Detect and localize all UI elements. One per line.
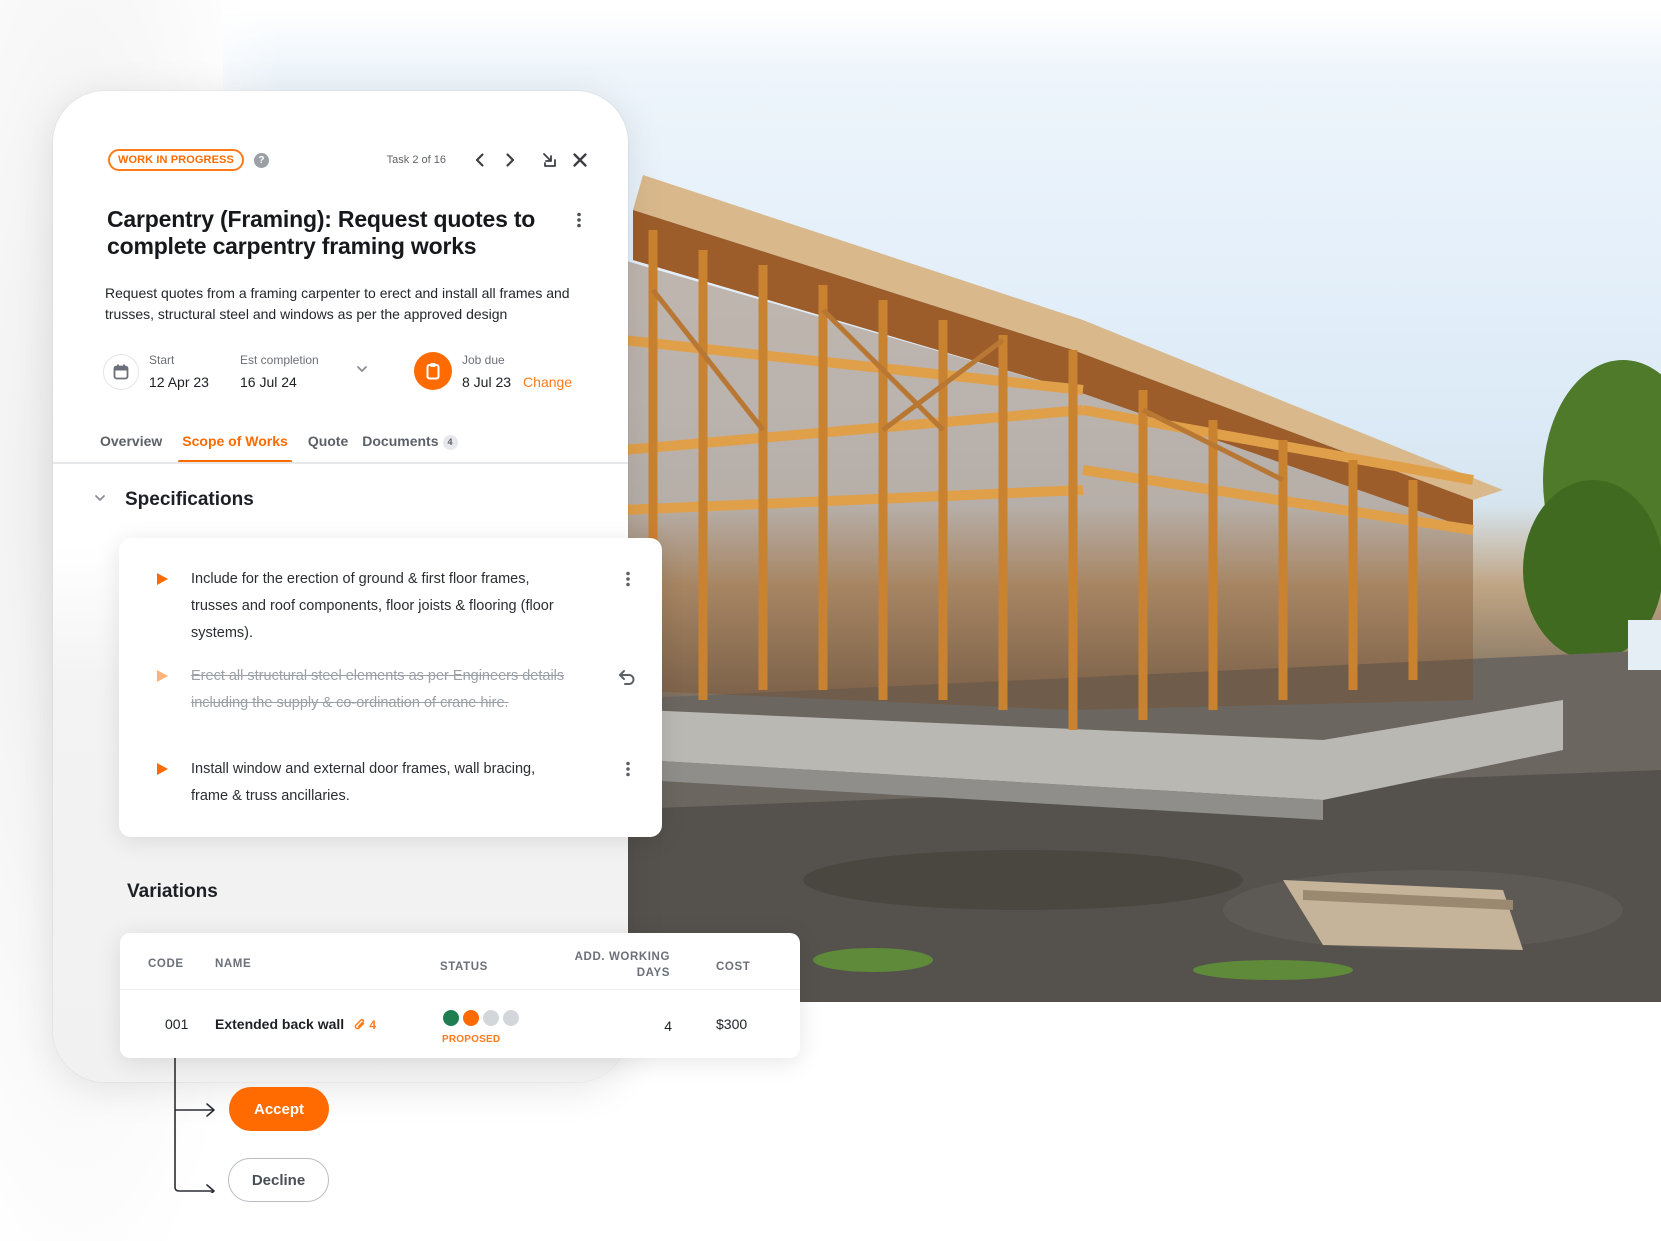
variations-title: Variations (127, 881, 218, 902)
spec-item: Include for the erection of ground & fir… (157, 566, 630, 647)
clipboard-icon (414, 352, 452, 390)
task-title: Carpentry (Framing): Request quotes to c… (107, 206, 536, 259)
decline-variation-button[interactable]: Decline (228, 1158, 329, 1202)
accept-variation-button[interactable]: Accept (229, 1087, 329, 1131)
spec-item-more-button[interactable] (619, 760, 637, 783)
tab-overview-label: Overview (100, 433, 163, 449)
close-icon (573, 153, 587, 167)
job-due-label: Job due (462, 353, 505, 367)
spec-item-text: Install window and external door frames,… (191, 761, 536, 804)
date-row: Start 12 Apr 23 Est completion 16 Jul 24… (103, 346, 603, 396)
tab-quote[interactable]: Quote (304, 433, 352, 463)
job-due-value: 8 Jul 23 (462, 374, 512, 390)
specifications-header[interactable]: Specifications (93, 489, 254, 511)
play-bullet-icon (157, 670, 168, 682)
task-description: Request quotes from a framing carpenter … (105, 285, 570, 322)
spec-item-text: Erect all structural steel elements as p… (191, 668, 565, 711)
documents-count-badge: 4 (442, 434, 458, 450)
column-header-code: CODE (148, 958, 184, 970)
previous-task-button[interactable] (468, 148, 492, 172)
est-completion-label: Est completion (240, 353, 319, 367)
table-header-divider (120, 989, 800, 990)
specifications-list: Include for the erection of ground & fir… (119, 538, 662, 837)
tabs-divider (53, 462, 628, 464)
start-date: Start 12 Apr 23 (149, 352, 209, 393)
play-bullet-icon (157, 763, 168, 775)
start-date-label: Start (149, 353, 175, 367)
variation-cost: $300 (716, 1016, 748, 1032)
status-step-dot (483, 1010, 499, 1026)
column-header-cost: COST (716, 961, 751, 973)
column-header-working-days-line2: DAYS (636, 967, 670, 979)
task-counter: Task 2 of 16 (386, 154, 446, 166)
tab-scope-of-works-label: Scope of Works (182, 433, 288, 449)
job-due-date: Job due 8 Jul 23 Change (462, 352, 572, 393)
chevron-left-icon (475, 153, 484, 167)
minimize-panel-button[interactable] (538, 148, 562, 172)
undo-icon (619, 670, 635, 685)
variation-name: Extended back wall (215, 1016, 345, 1032)
spec-item-undo-button[interactable] (617, 667, 637, 692)
status-step-dot (503, 1010, 519, 1026)
minimize-icon (543, 153, 556, 167)
column-header-status: STATUS (440, 961, 488, 973)
attachments-link[interactable]: 4 (354, 1018, 376, 1032)
tab-overview[interactable]: Overview (96, 433, 166, 463)
collapse-chevron-icon[interactable] (93, 491, 107, 510)
tab-documents[interactable]: Documents 4 (358, 433, 461, 463)
spec-item-more-button[interactable] (619, 570, 637, 593)
next-task-button[interactable] (498, 148, 522, 172)
task-header-bar: WORK IN PROGRESS ? Task 2 of 16 (108, 147, 592, 173)
close-panel-button[interactable] (568, 148, 592, 172)
paperclip-icon (354, 1018, 365, 1030)
dates-expand-button[interactable] (355, 362, 369, 381)
est-completion-value: 16 Jul 24 (240, 374, 297, 390)
tab-scope-of-works[interactable]: Scope of Works (178, 433, 292, 463)
play-bullet-icon (157, 573, 168, 585)
kebab-icon (577, 212, 581, 228)
est-completion-date: Est completion 16 Jul 24 (240, 352, 319, 393)
task-more-button[interactable] (567, 208, 591, 232)
kebab-icon (626, 761, 630, 777)
variation-code: 001 (165, 1016, 189, 1032)
chevron-down-icon (357, 366, 367, 372)
tab-documents-label: Documents (362, 433, 439, 449)
job-due-value-row: 8 Jul 23 Change (462, 371, 572, 393)
status-step-dot (443, 1010, 459, 1026)
column-header-working-days: ADD. WORKING DAYS (550, 949, 670, 981)
status-badge: WORK IN PROGRESS (108, 149, 244, 171)
question-icon[interactable]: ? (253, 152, 269, 168)
change-due-date-link[interactable]: Change (523, 374, 572, 390)
spec-item-text: Include for the erection of ground & fir… (191, 571, 554, 641)
variation-status: PROPOSED (442, 1034, 501, 1045)
column-header-name: NAME (215, 958, 252, 970)
column-header-working-days-line1: ADD. WORKING (574, 951, 670, 963)
spec-item-removed: Erect all structural steel elements as p… (157, 663, 635, 717)
status-step-dot (463, 1010, 479, 1026)
variation-name-cell: Extended back wall 4 (215, 1016, 376, 1032)
specifications-title: Specifications (125, 489, 254, 510)
tab-quote-label: Quote (307, 433, 349, 449)
kebab-icon (626, 571, 630, 587)
chevron-right-icon (506, 153, 515, 167)
variation-working-days: 4 (664, 1018, 672, 1034)
spec-item: Install window and external door frames,… (157, 756, 630, 810)
start-date-value: 12 Apr 23 (149, 374, 209, 390)
status-progress-dots (443, 1010, 523, 1026)
attachments-count: 4 (369, 1018, 377, 1032)
variations-header: Variations (127, 881, 218, 903)
variations-table: CODE NAME STATUS ADD. WORKING DAYS COST … (120, 933, 800, 1058)
tab-bar: Overview Scope of Works Quote Documents 4 (96, 433, 474, 463)
calendar-icon (103, 354, 139, 390)
